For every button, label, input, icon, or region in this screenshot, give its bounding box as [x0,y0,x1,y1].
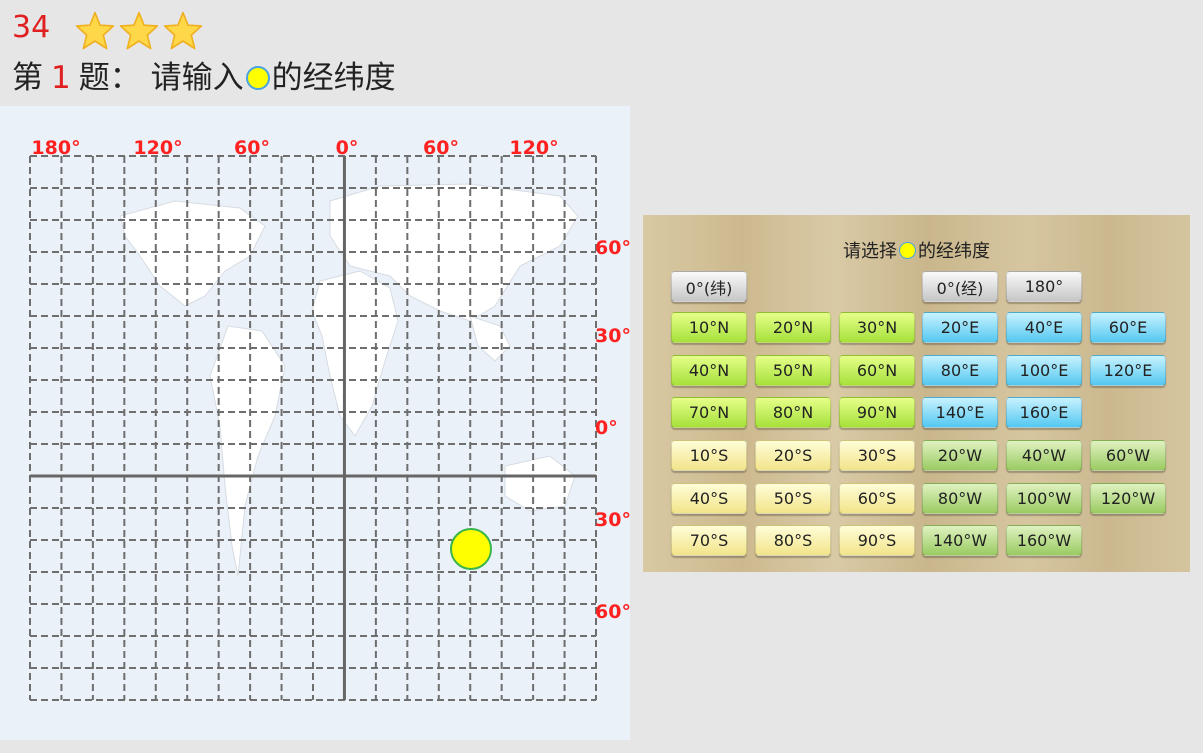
answer-button[interactable]: 60°S [839,483,915,514]
longitude-label: 60° [423,137,459,159]
question-prefix: 第 [12,60,43,96]
question-text: 第 1 题： 请输入 的经纬度 [12,58,396,98]
answer-button[interactable]: 140°W [922,525,998,556]
answer-title-suffix: 的经纬度 [918,241,990,262]
longitude-label: 120° [509,137,558,159]
answer-button[interactable]: 160°W [1006,525,1082,556]
answer-button[interactable]: 100°W [1006,483,1082,514]
answer-button[interactable]: 80°W [922,483,998,514]
longitude-label: 180° [31,137,80,159]
continent-shape [209,325,286,577]
answer-button[interactable]: 30°N [839,312,915,343]
answer-button[interactable]: 0°(纬) [671,271,747,302]
answer-button[interactable]: 120°E [1090,355,1166,386]
answer-button[interactable]: 20°S [755,440,831,471]
answer-button[interactable]: 30°S [839,440,915,471]
latitude-label: 0° [595,417,618,439]
longitude-label: 120° [133,137,182,159]
question-suffix: 的经纬度 [271,60,396,96]
target-point-marker [450,528,492,570]
answer-title-prefix: 请选择 [843,241,897,262]
star-icon [75,11,115,50]
answer-button[interactable]: 140°E [922,397,998,428]
question-middle: 题： 请输入 [78,60,244,96]
target-dot-icon [245,66,270,90]
answer-button[interactable]: 20°W [922,440,998,471]
answer-button[interactable]: 80°E [922,355,998,386]
answer-button[interactable]: 60°N [839,355,915,386]
answer-button[interactable]: 40°N [671,355,747,386]
latitude-label: 30° [595,325,630,347]
answer-button[interactable]: 160°E [1006,397,1082,428]
answer-button[interactable]: 90°S [839,525,915,556]
answer-button[interactable]: 90°N [839,397,915,428]
answer-button[interactable]: 80°N [755,397,831,428]
answer-button[interactable]: 20°N [755,312,831,343]
answer-button[interactable]: 100°E [1006,355,1082,386]
answer-panel: 请选择 的经纬度 0°(纬) 0°(经) 180° 10°N 20°N 30°N 20°E 4… [643,215,1190,572]
question-number: 1 [51,60,71,96]
answer-button[interactable]: 60°W [1090,440,1166,471]
answer-button[interactable]: 70°N [671,397,747,428]
answer-button[interactable]: 180° [1006,271,1082,302]
longitude-label: 0° [336,137,359,159]
answer-button[interactable]: 80°S [755,525,831,556]
answer-button[interactable]: 10°S [671,440,747,471]
longitude-label: 60° [234,137,270,159]
answer-button[interactable]: 20°E [922,312,998,343]
score-counter: 34 [12,10,51,45]
world-map-grid: 180° 120° 60° 0° 60° 120° 60° 30° 0° 30° 60° [29,137,630,701]
star-icon [119,11,159,50]
target-dot-icon [899,241,916,259]
continent-shape [469,315,511,362]
latitude-label: 30° [595,509,630,531]
answer-button[interactable]: 40°S [671,483,747,514]
answer-button[interactable]: 70°S [671,525,747,556]
latitude-label: 60° [595,601,630,623]
answer-button[interactable]: 50°N [755,355,831,386]
answer-panel-title: 请选择 的经纬度 [643,237,1190,263]
answer-button[interactable]: 0°(经) [922,271,998,302]
latitude-label: 60° [595,237,630,259]
star-icon [163,11,203,50]
answer-button[interactable]: 40°E [1006,312,1082,343]
answer-button[interactable]: 120°W [1090,483,1166,514]
world-map-panel: 180° 120° 60° 0° 60° 120° 60° 30° 0° 30° 60° [0,106,630,740]
answer-button[interactable]: 10°N [671,312,747,343]
answer-button[interactable]: 40°W [1006,440,1082,471]
continent-shape [119,200,266,307]
star-rating [74,11,204,51]
answer-button[interactable]: 60°E [1090,312,1166,343]
answer-button[interactable]: 50°S [755,483,831,514]
